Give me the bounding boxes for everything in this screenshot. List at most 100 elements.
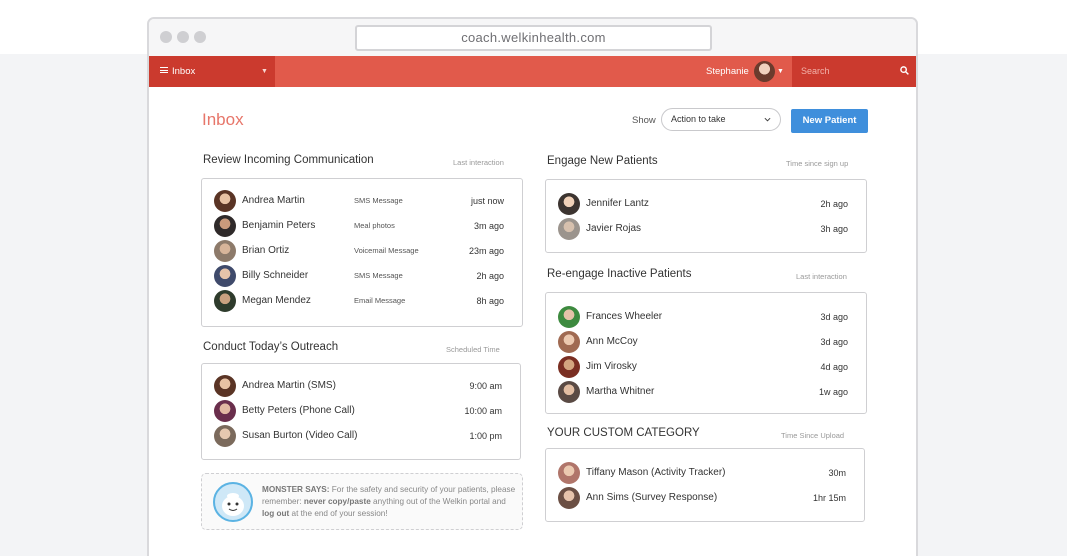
scheduled-time: 9:00 am bbox=[469, 381, 502, 391]
review-panel: Andrea Martin SMS Message just now Benja… bbox=[201, 178, 523, 327]
patient-name: Martha Whitner bbox=[586, 386, 655, 397]
list-item[interactable]: Andrea Martin SMS Message just now bbox=[202, 189, 522, 214]
show-filter-select[interactable]: Action to take bbox=[661, 108, 781, 131]
window-maximize-dot[interactable] bbox=[194, 31, 206, 43]
user-avatar[interactable] bbox=[754, 61, 775, 82]
list-item[interactable]: Brian Ortiz Voicemail Message 23m ago bbox=[202, 239, 522, 264]
list-item[interactable]: Betty Peters (Phone Call) 10:00 am bbox=[202, 399, 520, 424]
reengage-section-title: Re-engage Inactive Patients bbox=[547, 268, 692, 280]
patient-name: Jim Virosky bbox=[586, 361, 637, 372]
patient-name: Frances Wheeler bbox=[586, 311, 663, 322]
time-since-signup: 3h ago bbox=[820, 224, 848, 234]
avatar bbox=[214, 400, 236, 422]
message-type: SMS Message bbox=[354, 271, 403, 280]
message-type: Meal photos bbox=[354, 221, 395, 230]
custom-panel: Tiffany Mason (Activity Tracker) 30m Ann… bbox=[545, 448, 865, 522]
page-title: Inbox bbox=[202, 110, 244, 129]
avatar bbox=[214, 375, 236, 397]
reengage-section-subtitle: Last interaction bbox=[796, 272, 847, 281]
patient-name: Tiffany Mason (Activity Tracker) bbox=[586, 467, 726, 478]
monster-tip-text: MONSTER SAYS: For the safety and securit… bbox=[262, 485, 516, 518]
window-minimize-dot[interactable] bbox=[177, 31, 189, 43]
time-since-upload: 30m bbox=[828, 468, 846, 478]
avatar bbox=[558, 356, 580, 378]
patient-name: Brian Ortiz bbox=[242, 245, 290, 256]
list-item[interactable]: Jim Virosky 4d ago bbox=[546, 355, 866, 380]
outreach-name: Susan Burton (Video Call) bbox=[242, 430, 358, 441]
avatar bbox=[558, 331, 580, 353]
avatar bbox=[558, 193, 580, 215]
list-item[interactable]: Javier Rojas 3h ago bbox=[546, 217, 866, 242]
chevron-down-icon bbox=[764, 117, 771, 122]
list-item[interactable]: Susan Burton (Video Call) 1:00 pm bbox=[202, 424, 520, 449]
time-since-upload: 1hr 15m bbox=[812, 493, 846, 503]
list-item[interactable]: Ann Sims (Survey Response) 1hr 15m bbox=[546, 486, 864, 511]
last-interaction-time: 3d ago bbox=[820, 337, 848, 347]
browser-chrome: coach.welkinhealth.com bbox=[149, 19, 916, 56]
list-item[interactable]: Andrea Martin (SMS) 9:00 am bbox=[202, 374, 520, 399]
patient-name: Ann Sims (Survey Response) bbox=[586, 492, 718, 503]
window-close-dot[interactable] bbox=[160, 31, 172, 43]
list-item[interactable]: Ann McCoy 3d ago bbox=[546, 330, 866, 355]
avatar bbox=[558, 218, 580, 240]
reengage-panel: Frances Wheeler 3d ago Ann McCoy 3d ago … bbox=[545, 292, 867, 414]
engage-section-title: Engage New Patients bbox=[547, 155, 658, 167]
list-item[interactable]: Benjamin Peters Meal photos 3m ago bbox=[202, 214, 522, 239]
last-interaction-time: 1w ago bbox=[818, 387, 848, 397]
message-type: Email Message bbox=[354, 296, 406, 305]
message-type: Voicemail Message bbox=[354, 246, 419, 255]
review-section-title: Review Incoming Communication bbox=[203, 154, 374, 166]
monster-mascot-icon bbox=[213, 482, 253, 522]
time-since-signup: 2h ago bbox=[820, 199, 848, 209]
avatar bbox=[214, 190, 236, 212]
interaction-time: 23m ago bbox=[468, 246, 504, 256]
patient-name: Megan Mendez bbox=[242, 295, 311, 306]
avatar bbox=[558, 381, 580, 403]
patient-name: Ann McCoy bbox=[586, 336, 638, 347]
engage-panel: Jennifer Lantz 2h ago Javier Rojas 3h ag… bbox=[545, 179, 867, 253]
new-patient-button[interactable]: New Patient bbox=[791, 109, 868, 133]
interaction-time: 8h ago bbox=[476, 296, 504, 306]
last-interaction-time: 3d ago bbox=[820, 312, 848, 322]
avatar bbox=[214, 265, 236, 287]
search-input[interactable]: Search bbox=[792, 56, 916, 87]
custom-section-title: YOUR CUSTOM CATEGORY bbox=[547, 427, 700, 439]
hamburger-icon bbox=[160, 67, 168, 74]
show-filter-value: Action to take bbox=[671, 114, 726, 124]
caret-down-icon: ▼ bbox=[261, 68, 268, 75]
avatar bbox=[214, 290, 236, 312]
interaction-time: 2h ago bbox=[476, 271, 504, 281]
patient-name: Benjamin Peters bbox=[242, 220, 316, 231]
outreach-section-subtitle: Scheduled Time bbox=[446, 345, 500, 354]
avatar bbox=[214, 425, 236, 447]
list-item[interactable]: Billy Schneider SMS Message 2h ago bbox=[202, 264, 522, 289]
address-bar[interactable]: coach.welkinhealth.com bbox=[355, 25, 712, 51]
show-label: Show bbox=[632, 115, 656, 126]
list-item[interactable]: Martha Whitner 1w ago bbox=[546, 380, 866, 405]
avatar bbox=[558, 487, 580, 509]
search-icon[interactable] bbox=[900, 66, 909, 75]
interaction-time: 3m ago bbox=[473, 221, 504, 231]
inbox-nav-label: Inbox bbox=[172, 66, 196, 77]
list-item[interactable]: Megan Mendez Email Message 8h ago bbox=[202, 289, 522, 314]
patient-name: Andrea Martin bbox=[242, 195, 305, 206]
browser-window: coach.welkinhealth.com Inbox ▼ Stephanie… bbox=[147, 17, 918, 556]
list-item[interactable]: Frances Wheeler 3d ago bbox=[546, 305, 866, 330]
monster-tip-box: MONSTER SAYS: For the safety and securit… bbox=[201, 473, 523, 530]
user-menu-caret-icon[interactable]: ▼ bbox=[777, 56, 784, 87]
scheduled-time: 1:00 pm bbox=[469, 431, 502, 441]
search-placeholder: Search bbox=[801, 66, 830, 76]
outreach-section-title: Conduct Today’s Outreach bbox=[203, 341, 339, 353]
top-navbar: Inbox ▼ Stephanie ▼ Search bbox=[149, 56, 916, 87]
list-item[interactable]: Tiffany Mason (Activity Tracker) 30m bbox=[546, 461, 864, 486]
avatar bbox=[558, 462, 580, 484]
avatar bbox=[558, 306, 580, 328]
outreach-name: Andrea Martin (SMS) bbox=[242, 380, 336, 391]
outreach-name: Betty Peters (Phone Call) bbox=[242, 405, 355, 416]
patient-name: Jennifer Lantz bbox=[586, 198, 649, 209]
list-item[interactable]: Jennifer Lantz 2h ago bbox=[546, 192, 866, 217]
user-name[interactable]: Stephanie bbox=[706, 56, 749, 87]
inbox-nav-menu[interactable]: Inbox ▼ bbox=[149, 56, 275, 87]
last-interaction-time: 4d ago bbox=[820, 362, 848, 372]
review-section-subtitle: Last interaction bbox=[453, 158, 504, 167]
